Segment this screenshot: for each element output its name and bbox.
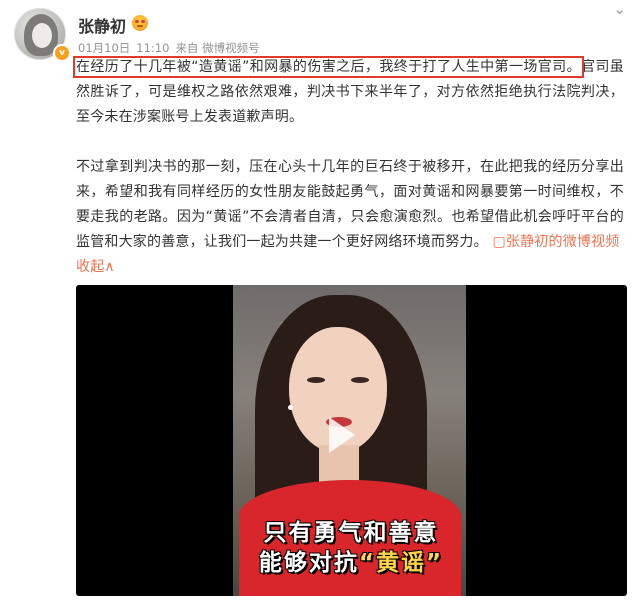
- person-eye-right: [351, 377, 369, 383]
- fold-label: 收起: [76, 259, 105, 275]
- video-link-icon: ▢: [487, 234, 506, 250]
- emoji-face-icon: [132, 15, 148, 31]
- video-caption-line-1: 只有勇气和善意: [263, 520, 439, 546]
- caption-prefix: 能够对抗: [258, 550, 359, 576]
- post-date: 01月10日: [78, 41, 131, 55]
- post-meta: 01月10日 11:10 来自 微博视频号: [78, 40, 266, 56]
- more-options-icon[interactable]: ⌄: [613, 2, 626, 17]
- post-paragraph-1: 在经历了十几年被“造黄谣”和网暴的伤害之后，我终于打了人生中第一场官司。官司虽然…: [73, 55, 624, 130]
- avatar-face: [32, 23, 52, 48]
- fold-button[interactable]: 收起∧: [76, 259, 115, 275]
- person-earring: [288, 405, 293, 410]
- video-caption-line-2: 能够对抗“黄谣”: [236, 543, 466, 577]
- user-name[interactable]: 张静初: [78, 13, 126, 37]
- verified-badge-icon: v: [53, 44, 71, 62]
- chevron-up-icon: ∧: [104, 259, 115, 275]
- video-link[interactable]: 张静初的微博视频: [506, 234, 620, 250]
- caption-quoted: “黄谣”: [358, 550, 444, 576]
- weibo-post: ⌄ v 张静初 01月10日 11:10 来自 微博视频号 在经历了十几年被“造黄谣…: [0, 0, 640, 612]
- highlighted-sentence: 在经历了十几年被“造黄谣”和网暴的伤害之后，我终于打了人生中第一场官司。: [73, 56, 584, 78]
- post-time: 11:10: [136, 41, 170, 55]
- video-player[interactable]: 只有勇气和善意 能够对抗“黄谣”: [76, 285, 627, 596]
- play-icon[interactable]: [329, 417, 355, 453]
- post-paragraph-2: 不过拿到判决书的那一刻，压在心头十几年的巨石终于被移开，在此把我的经历分享出来，…: [76, 155, 624, 280]
- person-eye-left: [307, 377, 325, 383]
- post-source[interactable]: 来自 微博视频号: [175, 41, 259, 55]
